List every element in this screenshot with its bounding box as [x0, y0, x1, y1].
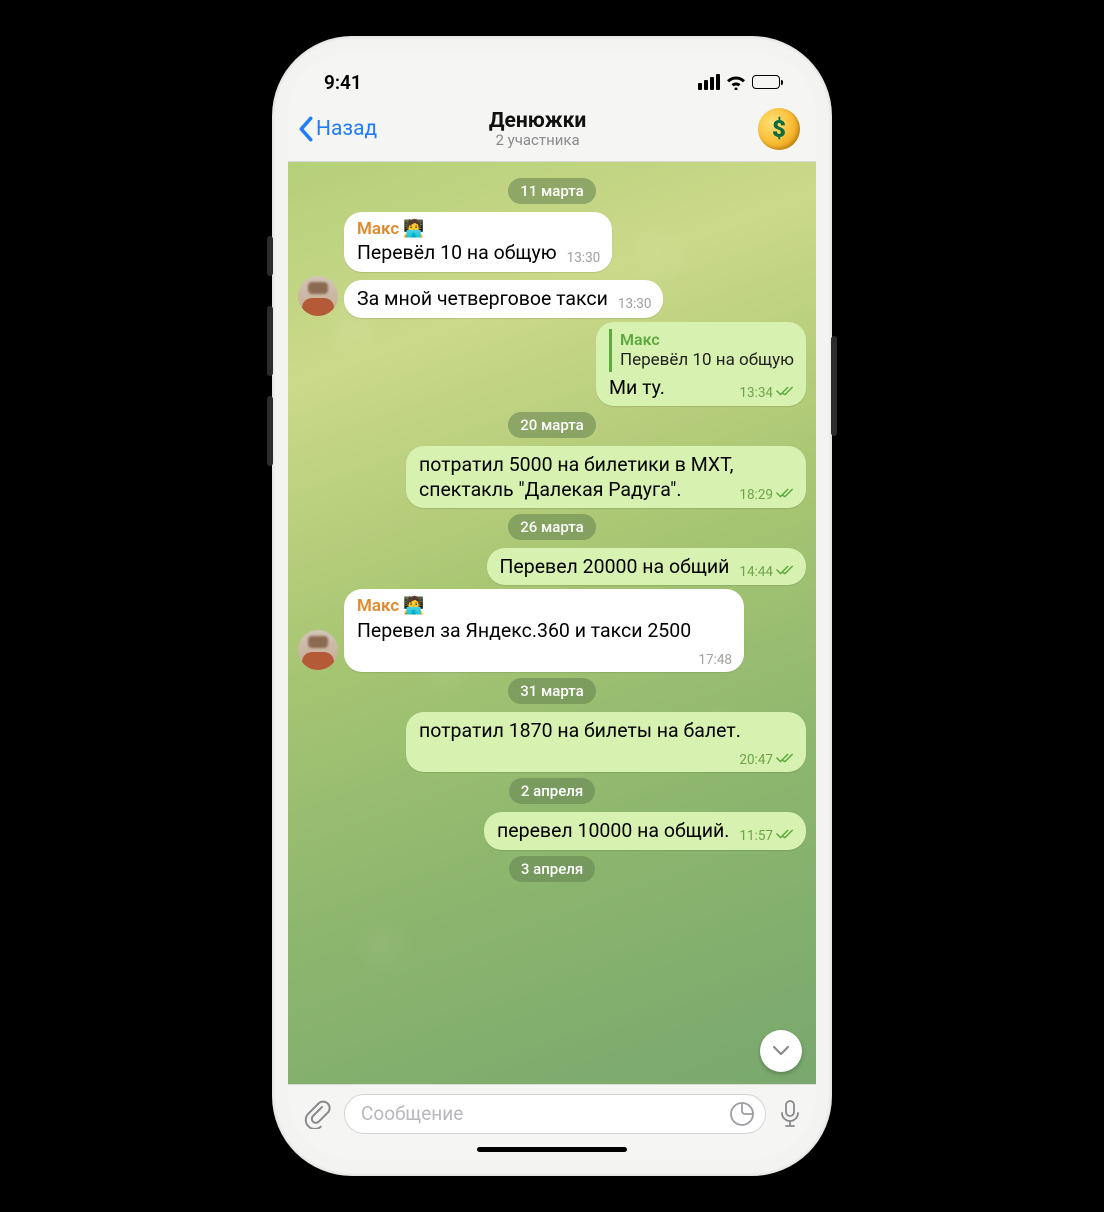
message-time: 11:57: [739, 828, 773, 845]
message-row: Перевел 20000 на общий 14:44: [298, 548, 806, 585]
message-time: 18:29: [739, 487, 773, 504]
stickers-button[interactable]: [729, 1101, 755, 1127]
message-bubble-outgoing[interactable]: Макс Перевёл 10 на общую Ми ту. 13:34: [596, 322, 806, 407]
date-separator: 2 апреля: [509, 778, 595, 804]
message-row: Макс🧑‍💻 Перевел за Яндекс.360 и такси 25…: [298, 589, 806, 672]
screen: 9:41 Назад Денюжки 2 участника: [288, 52, 816, 1160]
reply-text: Перевёл 10 на общую: [620, 350, 794, 371]
chevron-down-icon: [771, 1044, 791, 1058]
sticker-icon: [729, 1101, 755, 1127]
battery-icon: [752, 75, 780, 89]
reply-preview[interactable]: Макс Перевёл 10 на общую: [609, 329, 794, 372]
message-text: потратил 1870 на билеты на балет.: [419, 719, 741, 742]
message-bubble-outgoing[interactable]: потратил 5000 на билетики в МХТ, спектак…: [406, 446, 806, 508]
power-button: [831, 336, 837, 436]
chat-background[interactable]: 11 марта Макс🧑‍💻 Перевёл 10 на общую 13:…: [288, 162, 816, 1084]
message-bubble-incoming[interactable]: Макс🧑‍💻 Перевёл 10 на общую 13:30: [344, 212, 612, 272]
chevron-left-icon: [298, 116, 314, 142]
read-checks-icon: [776, 564, 794, 581]
message-row: потратил 5000 на билетики в МХТ, спектак…: [298, 446, 806, 508]
wifi-icon: [726, 74, 746, 90]
cellular-signal-icon: [698, 74, 720, 90]
date-separator: 3 апреля: [509, 856, 595, 882]
read-checks-icon: [776, 828, 794, 845]
volume-up-button: [267, 306, 273, 376]
chat-header: Назад Денюжки 2 участника $: [288, 102, 816, 162]
message-bubble-outgoing[interactable]: перевел 10000 на общий. 11:57: [484, 812, 806, 849]
message-time: 17:48: [698, 652, 732, 669]
message-time: 13:34: [739, 385, 773, 402]
date-separator: 31 марта: [508, 678, 596, 704]
sender-avatar[interactable]: [298, 630, 338, 670]
message-text: Перевел 20000 на общий: [500, 555, 730, 578]
message-text: перевел 10000 на общий.: [497, 819, 729, 842]
volume-down-button: [267, 396, 273, 466]
message-time: 14:44: [739, 564, 773, 581]
date-separator: 11 марта: [508, 178, 596, 204]
message-time: 13:30: [567, 250, 601, 267]
phone-frame: 9:41 Назад Денюжки 2 участника: [272, 36, 832, 1176]
date-separator: 20 марта: [508, 412, 596, 438]
message-input[interactable]: Сообщение: [344, 1094, 766, 1134]
message-row: За мной четверговое такси 13:30: [298, 276, 806, 318]
message-row: Макс🧑‍💻 Перевёл 10 на общую 13:30: [298, 212, 806, 272]
sender-name: Макс🧑‍💻: [357, 596, 732, 617]
read-checks-icon: [776, 752, 794, 769]
chat-title: Денюжки: [317, 109, 758, 133]
status-indicators: [698, 74, 780, 90]
chat-title-area[interactable]: Денюжки 2 участника: [317, 109, 758, 149]
status-bar: 9:41: [288, 52, 816, 102]
microphone-icon: [778, 1099, 802, 1129]
message-text: Перевел за Яндекс.360 и такси 2500: [357, 619, 691, 642]
scroll-to-bottom-button[interactable]: [760, 1030, 802, 1072]
message-text: За мной четверговое такси: [357, 287, 608, 310]
read-checks-icon: [776, 385, 794, 402]
input-placeholder: Сообщение: [361, 1102, 463, 1125]
reply-sender: Макс: [620, 330, 794, 350]
message-time: 13:30: [618, 296, 652, 313]
chat-avatar[interactable]: $: [758, 108, 800, 150]
message-row: перевел 10000 на общий. 11:57: [298, 812, 806, 849]
message-bubble-incoming[interactable]: Макс🧑‍💻 Перевел за Яндекс.360 и такси 25…: [344, 589, 744, 672]
attach-button[interactable]: [302, 1099, 332, 1129]
message-bubble-outgoing[interactable]: потратил 1870 на билеты на балет. 20:47: [406, 712, 806, 772]
sender-name: Макс🧑‍💻: [357, 219, 600, 240]
home-indicator[interactable]: [477, 1147, 627, 1152]
message-text: Ми ту.: [609, 376, 665, 399]
date-separator: 26 марта: [508, 514, 596, 540]
voice-message-button[interactable]: [778, 1099, 802, 1129]
message-row: Макс Перевёл 10 на общую Ми ту. 13:34: [298, 322, 806, 407]
message-time: 20:47: [739, 752, 773, 769]
message-row: потратил 1870 на билеты на балет. 20:47: [298, 712, 806, 772]
message-bubble-outgoing[interactable]: Перевел 20000 на общий 14:44: [487, 548, 806, 585]
read-checks-icon: [776, 487, 794, 504]
message-text: Перевёл 10 на общую: [357, 241, 557, 264]
avatar-glyph: $: [772, 115, 786, 143]
message-list: 11 марта Макс🧑‍💻 Перевёл 10 на общую 13:…: [298, 178, 806, 882]
side-button: [267, 236, 273, 276]
status-time: 9:41: [324, 71, 362, 94]
message-text: потратил 5000 на билетики в МХТ, спектак…: [419, 453, 734, 500]
message-bubble-incoming[interactable]: За мной четверговое такси 13:30: [344, 280, 663, 317]
chat-subtitle: 2 участника: [317, 131, 758, 149]
sender-avatar[interactable]: [298, 276, 338, 316]
paperclip-icon: [302, 1099, 332, 1129]
